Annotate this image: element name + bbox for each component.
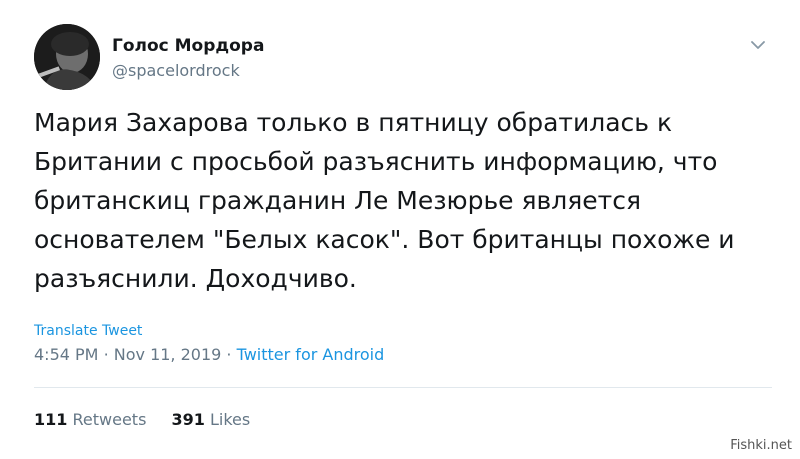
likes-count: 391 bbox=[171, 410, 205, 429]
chevron-down-icon[interactable] bbox=[749, 37, 767, 51]
likes-label: Likes bbox=[210, 410, 251, 429]
avatar-photo-icon bbox=[34, 24, 100, 90]
retweets-label: Retweets bbox=[72, 410, 147, 429]
tweet-date[interactable]: Nov 11, 2019 bbox=[114, 345, 222, 364]
tweet-text-line: британскиц гражданин Ле Мезюрье является bbox=[34, 186, 642, 215]
tweet-text-line: Британии с просьбой разъяснить информаци… bbox=[34, 147, 718, 176]
meta-separator: · bbox=[226, 345, 232, 364]
retweets-stat[interactable]: 111 Retweets bbox=[34, 410, 152, 429]
tweet-text-line: Мария Захарова только в пятницу обратила… bbox=[34, 108, 673, 137]
watermark: Fishki.net bbox=[730, 438, 792, 453]
display-name[interactable]: Голос Мордора bbox=[112, 36, 264, 56]
likes-stat[interactable]: 391 Likes bbox=[172, 410, 251, 429]
meta-separator: · bbox=[103, 345, 109, 364]
user-handle[interactable]: @spacelordrock bbox=[112, 61, 240, 80]
tweet-time[interactable]: 4:54 PM bbox=[34, 345, 98, 364]
tweet-meta: 4:54 PM · Nov 11, 2019 · Twitter for And… bbox=[34, 345, 384, 364]
tweet-source-link[interactable]: Twitter for Android bbox=[237, 345, 385, 364]
translate-tweet-link[interactable]: Translate Tweet bbox=[34, 323, 142, 339]
tweet-text: Мария Захарова только в пятницу обратила… bbox=[34, 103, 774, 298]
divider bbox=[34, 387, 772, 388]
tweet-text-line: разъяснили. Доходчиво. bbox=[34, 264, 357, 293]
tweet-card: Голос Мордора @spacelordrock Мария Захар… bbox=[0, 0, 800, 459]
retweets-count: 111 bbox=[34, 410, 68, 429]
tweet-text-line: основателем "Белых касок". Вот британцы … bbox=[34, 225, 735, 254]
avatar[interactable] bbox=[34, 24, 100, 90]
tweet-stats: 111 Retweets 391 Likes bbox=[34, 410, 250, 429]
